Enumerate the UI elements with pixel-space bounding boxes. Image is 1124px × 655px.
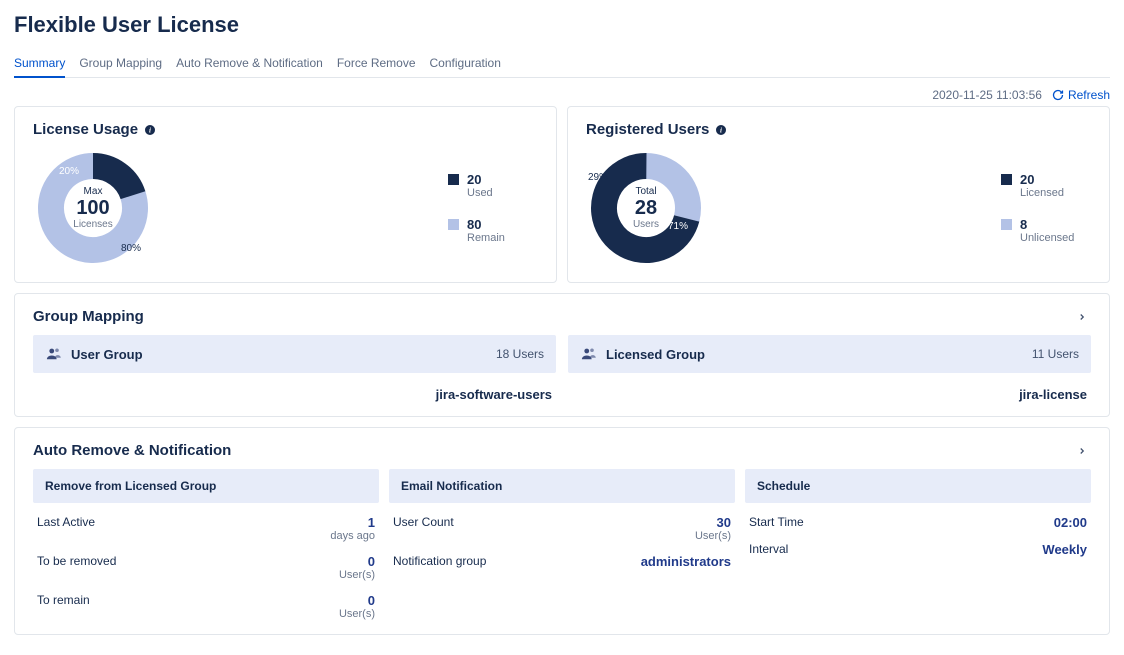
interval-label: Interval <box>749 542 788 556</box>
refresh-button[interactable]: Refresh <box>1052 88 1110 102</box>
info-icon[interactable]: i <box>144 124 156 136</box>
legend-remain-value: 80 <box>467 217 505 232</box>
to-remain-value: 0 <box>339 593 375 608</box>
auto-remove-card: Auto Remove & Notification Remove from L… <box>14 427 1110 635</box>
legend-used-label: Used <box>467 187 493 199</box>
to-be-removed-unit: User(s) <box>339 569 375 581</box>
tab-auto-remove[interactable]: Auto Remove & Notification <box>176 52 323 77</box>
email-column: Email Notification User Count 30 User(s)… <box>389 469 735 620</box>
user-count-unit: User(s) <box>695 530 731 542</box>
registered-users-legend: 20 Licensed 8 Unlicensed <box>1001 172 1091 244</box>
tab-bar: Summary Group Mapping Auto Remove & Noti… <box>14 52 1110 78</box>
to-remain-unit: User(s) <box>339 608 375 620</box>
donut-center-value: 100 <box>73 197 112 219</box>
expand-button[interactable] <box>1073 310 1091 324</box>
last-active-label: Last Active <box>37 515 95 529</box>
chevron-right-icon <box>1077 312 1087 322</box>
auto-remove-title: Auto Remove & Notification <box>33 442 231 459</box>
licensed-group-column: Licensed Group 11 Users jira-license <box>568 335 1091 402</box>
to-remain-label: To remain <box>37 593 90 607</box>
swatch-unlicensed <box>1001 219 1012 230</box>
user-count-label: User Count <box>393 515 454 529</box>
pct-used: 20% <box>59 166 79 177</box>
last-active-unit: days ago <box>330 530 375 542</box>
notif-group-label: Notification group <box>393 554 486 568</box>
interval-value: Weekly <box>1042 542 1087 557</box>
notif-group-value: administrators <box>641 554 731 569</box>
donut-center-label: Total <box>633 186 659 197</box>
registered-users-chart: Total 28 Users 29% 71% <box>586 148 706 268</box>
schedule-header: Schedule <box>745 469 1091 503</box>
svg-text:i: i <box>720 126 722 134</box>
swatch-remain <box>448 219 459 230</box>
user-group-header: User Group 18 Users <box>33 335 556 373</box>
legend-remain-label: Remain <box>467 232 505 244</box>
donut-center-value: 28 <box>633 197 659 219</box>
schedule-column: Schedule Start Time 02:00 Interval Weekl… <box>745 469 1091 620</box>
licensed-group-value: jira-license <box>568 373 1091 402</box>
license-usage-card: License Usage i Max 100 Lice <box>14 106 557 283</box>
start-time-value: 02:00 <box>1054 515 1087 530</box>
donut-center-label: Max <box>73 186 112 197</box>
users-icon <box>45 345 63 363</box>
pct-licensed: 71% <box>668 221 688 232</box>
legend-unlicensed-label: Unlicensed <box>1020 232 1074 244</box>
legend-licensed-label: Licensed <box>1020 187 1064 199</box>
expand-button[interactable] <box>1073 444 1091 458</box>
tab-group-mapping[interactable]: Group Mapping <box>79 52 162 77</box>
users-icon <box>580 345 598 363</box>
chevron-right-icon <box>1077 446 1087 456</box>
user-group-value: jira-software-users <box>33 373 556 402</box>
licensed-group-count: 11 Users <box>1032 347 1079 361</box>
group-mapping-title: Group Mapping <box>33 308 144 325</box>
timestamp: 2020-11-25 11:03:56 <box>932 88 1042 102</box>
remove-column: Remove from Licensed Group Last Active 1… <box>33 469 379 620</box>
info-icon[interactable]: i <box>715 124 727 136</box>
user-group-label: User Group <box>71 347 143 362</box>
group-mapping-card: Group Mapping User Group 18 Users jira-s… <box>14 293 1110 417</box>
license-usage-title: License Usage <box>33 121 138 138</box>
start-time-label: Start Time <box>749 515 804 529</box>
licensed-group-label: Licensed Group <box>606 347 705 362</box>
to-be-removed-value: 0 <box>339 554 375 569</box>
legend-unlicensed-value: 8 <box>1020 217 1074 232</box>
tab-configuration[interactable]: Configuration <box>430 52 501 77</box>
license-usage-legend: 20 Used 80 Remain <box>448 172 538 244</box>
swatch-licensed <box>1001 174 1012 185</box>
page-title: Flexible User License <box>14 12 1110 38</box>
license-usage-chart: Max 100 Licenses 20% 80% <box>33 148 153 268</box>
donut-center-sub: Users <box>633 219 659 230</box>
legend-licensed-value: 20 <box>1020 172 1064 187</box>
swatch-used <box>448 174 459 185</box>
tab-summary[interactable]: Summary <box>14 52 65 78</box>
pct-remain: 80% <box>121 243 141 254</box>
user-group-column: User Group 18 Users jira-software-users <box>33 335 556 402</box>
last-active-value: 1 <box>330 515 375 530</box>
donut-center-sub: Licenses <box>73 219 112 230</box>
svg-text:i: i <box>149 126 151 134</box>
email-header: Email Notification <box>389 469 735 503</box>
remove-header: Remove from Licensed Group <box>33 469 379 503</box>
licensed-group-header: Licensed Group 11 Users <box>568 335 1091 373</box>
registered-users-card: Registered Users i Total 28 <box>567 106 1110 283</box>
legend-used-value: 20 <box>467 172 493 187</box>
refresh-label: Refresh <box>1068 88 1110 102</box>
registered-users-title: Registered Users <box>586 121 709 138</box>
pct-unlicensed: 29% <box>588 172 608 183</box>
refresh-icon <box>1052 89 1064 101</box>
user-group-count: 18 Users <box>496 347 544 361</box>
tab-force-remove[interactable]: Force Remove <box>337 52 416 77</box>
user-count-value: 30 <box>695 515 731 530</box>
to-be-removed-label: To be removed <box>37 554 116 568</box>
